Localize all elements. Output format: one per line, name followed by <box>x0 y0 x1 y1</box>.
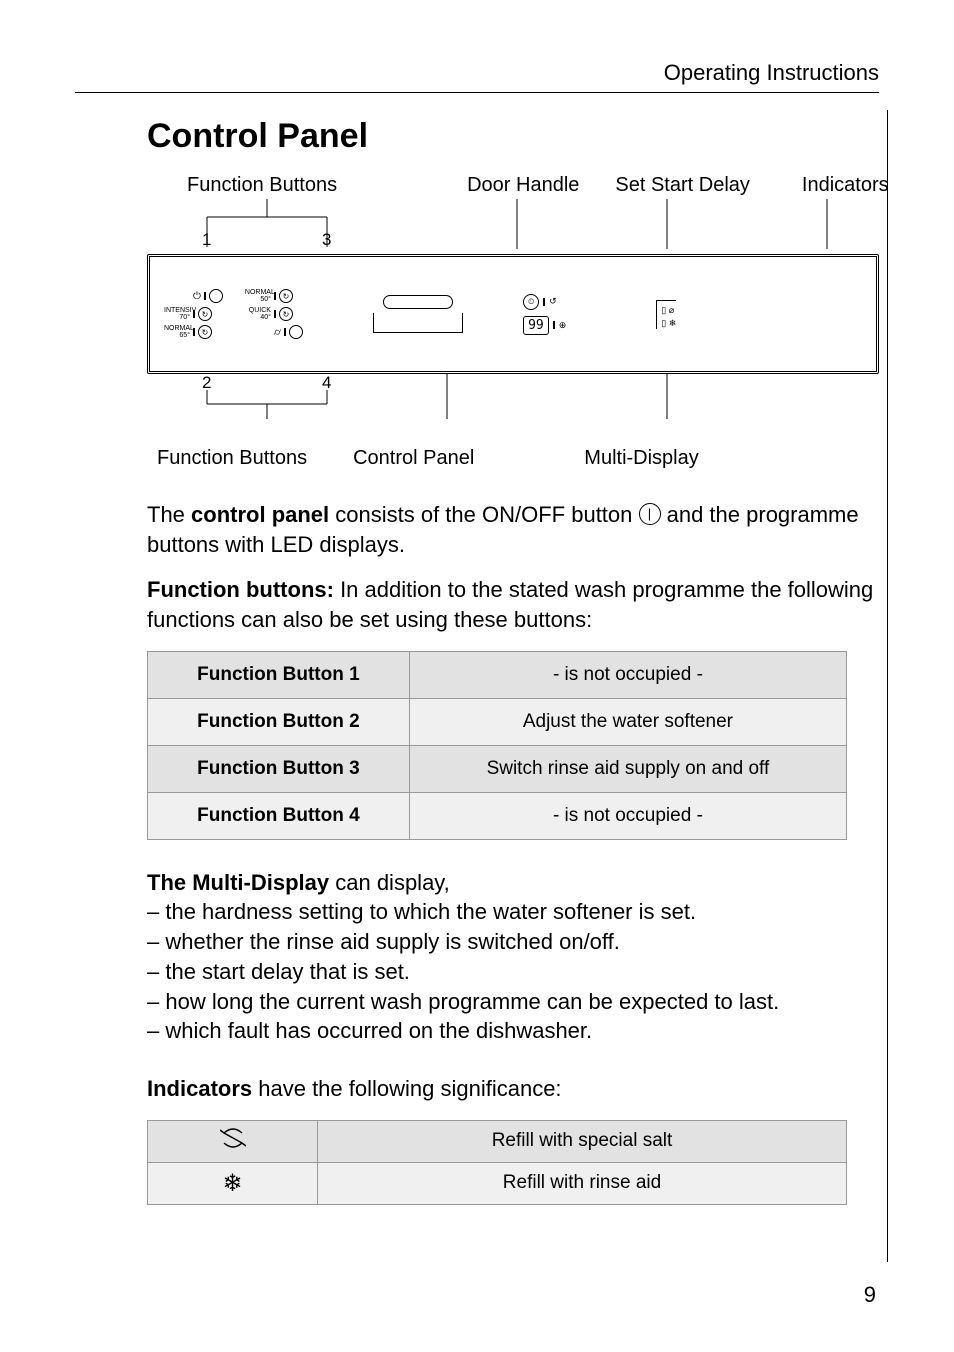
indicators-heading: Indicators have the following significan… <box>147 1074 879 1104</box>
section-title: Control Panel <box>147 117 879 156</box>
button-group: ⏻ INTENSIV 70°↻ NORMAL 65°↻ NORMAL 50°↻ … <box>164 289 303 339</box>
label-indicators: Indicators <box>802 174 889 197</box>
multi-display-section: The Multi-Display can display, – the har… <box>147 868 879 1046</box>
snowflake-icon: ❄ <box>148 1162 318 1204</box>
connector-lines-top: 1 3 <box>147 199 877 249</box>
svg-text:4: 4 <box>322 374 331 392</box>
label-function-buttons-top: Function Buttons <box>187 174 337 197</box>
door-handle-drawing <box>373 295 463 333</box>
start-delay-group: ⏲↺ 99⊕ <box>523 294 566 335</box>
svg-text:3: 3 <box>322 230 331 249</box>
label-set-start-delay: Set Start Delay <box>615 174 750 197</box>
svg-text:2: 2 <box>202 374 211 392</box>
indicators-table: Refill with special salt ❄ Refill with r… <box>147 1120 847 1205</box>
svg-text:1: 1 <box>202 230 211 249</box>
control-panel-diagram: Function Buttons Door Handle Set Start D… <box>147 174 879 470</box>
panel-box: ⏻ INTENSIV 70°↻ NORMAL 65°↻ NORMAL 50°↻ … <box>147 254 879 374</box>
label-control-panel: Control Panel <box>353 447 474 470</box>
function-buttons-table: Function Button 1- is not occupied - Fun… <box>147 651 847 840</box>
margin-line <box>887 110 888 1262</box>
paragraph-control-panel: The control panel consists of the ON/OFF… <box>147 500 879 559</box>
connector-lines-bottom: 2 4 <box>147 374 877 424</box>
label-door-handle: Door Handle <box>467 174 579 197</box>
page-header: Operating Instructions <box>75 60 879 93</box>
indicator-icons-panel: ▯ ⌀ ▯ ❄ <box>656 300 676 329</box>
salt-s-icon <box>148 1120 318 1162</box>
label-function-buttons-bottom: Function Buttons <box>157 447 307 470</box>
paragraph-function-buttons: Function buttons: In addition to the sta… <box>147 575 879 634</box>
page-number: 9 <box>864 1282 876 1308</box>
label-multi-display: Multi-Display <box>584 447 698 470</box>
power-icon: | <box>639 503 661 525</box>
